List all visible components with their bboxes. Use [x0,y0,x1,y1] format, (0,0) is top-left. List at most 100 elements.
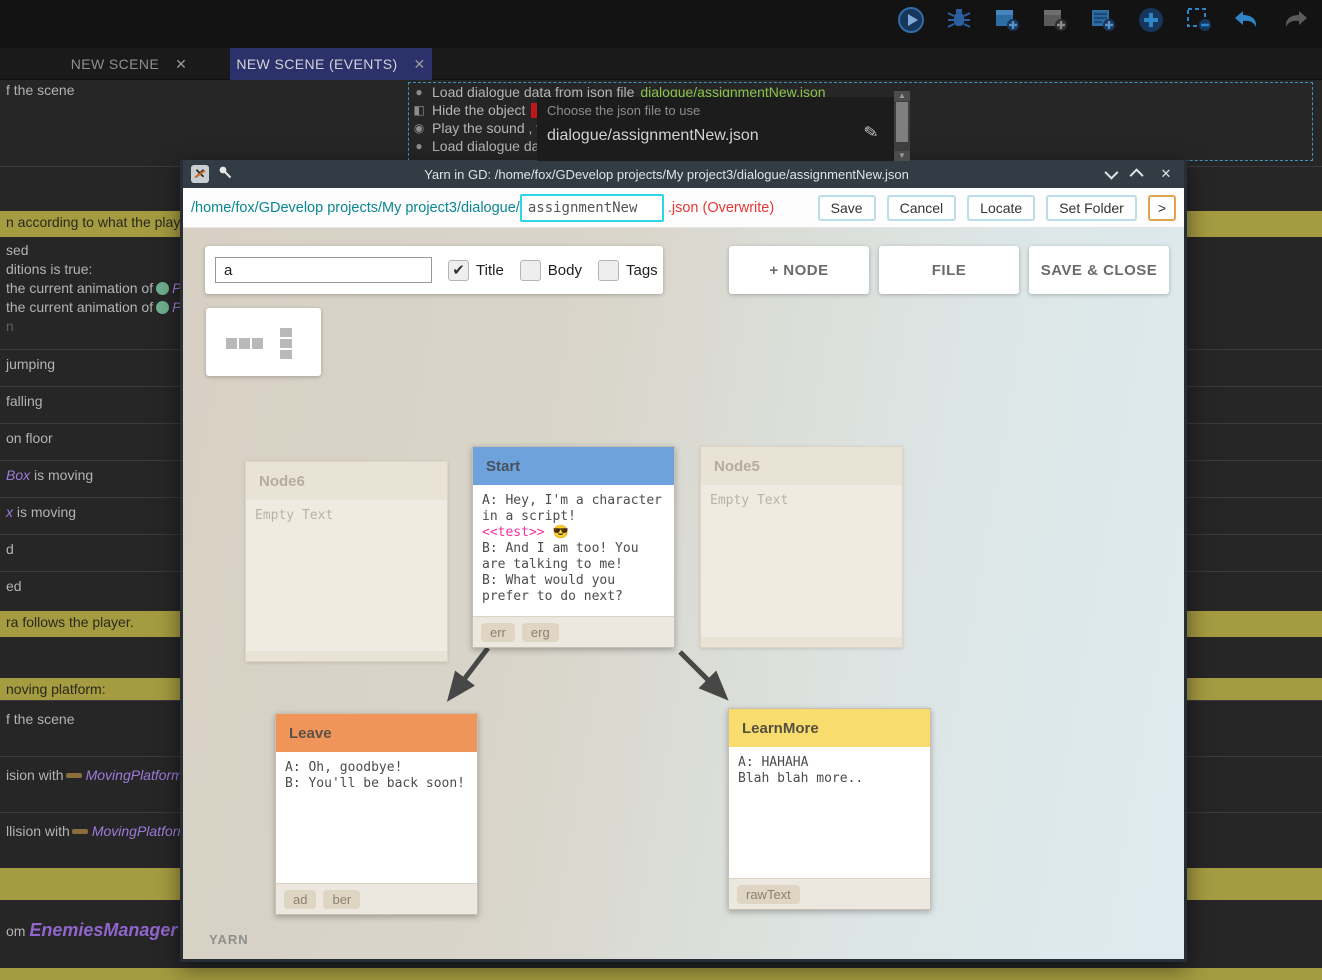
node-tags-footer: errerg [473,616,674,647]
sound-icon: ◉ [412,121,426,135]
app-window: NEW SCENE✕NEW SCENE (EVENTS)✕ f the scen… [0,0,1322,980]
node-title: Node5 [701,447,902,485]
file-header-bar: /home/fox/GDevelop projects/My project3/… [183,188,1184,228]
yarn-node-start[interactable]: StartA: Hey, I'm a characterin a script!… [472,446,675,648]
pin-icon[interactable] [217,164,233,185]
checkbox-body[interactable] [520,260,541,281]
undo-icon[interactable] [1232,5,1262,35]
window-collapse-icon[interactable] [1100,167,1120,182]
scroll-down-icon[interactable]: ▼ [894,151,910,161]
save-button[interactable]: Save [818,195,876,221]
more-button[interactable]: > [1148,195,1176,221]
sprite-object-icon [156,301,169,314]
node-tags-footer: rawText [729,878,930,909]
yarn-ball-icon: ● [412,85,426,99]
checkbox-tags[interactable] [598,260,619,281]
node-tags-footer [701,637,902,647]
node-tags-footer [246,651,447,661]
main-toolbar [0,0,1322,48]
platform-object-icon [72,829,88,834]
object-name: MovingPlatform [92,823,189,839]
horizontal-dots-icon [226,338,263,349]
tag-chip[interactable]: ad [284,890,316,909]
debug-icon[interactable] [944,5,974,35]
filter-label: Tags [626,262,658,279]
tab-new-scene[interactable]: NEW SCENE ✕ [28,48,230,80]
preview-play-icon[interactable] [896,5,926,35]
yarn-canvas[interactable]: ✔ Title Body Tags + NODEFILESAVE & CLOSE No… [183,228,1184,959]
json-file-popup: Choose the json file to use dialogue/ass… [537,97,894,161]
locate-button[interactable]: Locate [967,195,1035,221]
tab-label: NEW SCENE [71,56,159,72]
selected-event-block[interactable]: ●Load dialogue data from json file dialo… [408,82,1313,161]
edit-pencil-icon[interactable]: ✎ [862,122,880,144]
node-body-text: Empty Text [246,500,447,651]
add-scene-icon[interactable] [992,5,1022,35]
tag-chip[interactable]: erg [522,623,559,642]
tab-new-scene-events-[interactable]: NEW SCENE (EVENTS)✕ [230,48,432,80]
scroll-up-icon[interactable]: ▲ [894,91,910,101]
object-name: MovingPlatform [86,767,183,783]
tag-chip[interactable]: rawText [737,885,800,904]
yarn-node-node5[interactable]: Node5Empty Text [700,446,903,648]
dialog-titlebar[interactable]: ✕ Yarn in GD: /home/fox/GDevelop project… [183,160,1184,188]
file-path-prefix: /home/fox/GDevelop projects/My project3/… [191,200,520,216]
file-suffix-overwrite: .json (Overwrite) [668,200,774,216]
redo-icon[interactable] [1280,5,1310,35]
filter-label: Title [476,262,504,279]
cancel-button[interactable]: Cancel [887,195,957,221]
tab-bar: NEW SCENE✕NEW SCENE (EVENTS)✕ [0,48,1322,80]
add-external-layout-icon[interactable] [1040,5,1070,35]
toolbar-icons [896,5,1310,35]
tab-close-icon[interactable]: ✕ [414,56,426,73]
vertical-dots-icon [280,328,292,359]
yarn-dialog: ✕ Yarn in GD: /home/fox/GDevelop project… [180,160,1187,962]
add-external-events-icon[interactable] [1088,5,1118,35]
yarn-ball-icon: ● [412,139,426,153]
event-comment-row[interactable] [0,968,1322,980]
setfolder-button[interactable]: Set Folder [1046,195,1137,221]
filter-body: Body [520,260,582,281]
window-close-icon[interactable]: ✕ [1156,166,1176,182]
yarn-watermark-label: YARN [209,932,249,947]
add-object-icon[interactable] [1136,5,1166,35]
yarn-node-leave[interactable]: LeaveA: Oh, goodbye!B: You'll be back so… [275,713,478,915]
sprite-object-icon [156,282,169,295]
filter-tags: Tags [598,260,658,281]
node-body-text: A: HAHAHABlah blah more.. [729,747,930,878]
external-events-name: EnemiesManager [29,920,177,940]
deselect-icon[interactable] [1184,5,1214,35]
node-search-input[interactable] [215,257,432,283]
header-buttons: Save Cancel Locate Set Folder > [818,195,1176,221]
window-expand-icon[interactable] [1128,167,1148,182]
node-body-text: Empty Text [701,485,902,637]
filter-title: ✔ Title [448,260,504,281]
hide-icon: ◧ [412,103,426,117]
node-body-text: A: Oh, goodbye!B: You'll be back soon! [276,752,477,883]
node-button[interactable]: + NODE [729,246,869,294]
checkbox-title[interactable]: ✔ [448,260,469,281]
file-button[interactable]: FILE [879,246,1019,294]
yarn-node-learnmore[interactable]: LearnMoreA: HAHAHABlah blah more..rawTex… [728,708,931,910]
object-name: Box [6,467,30,483]
search-card: ✔ Title Body Tags [205,246,663,294]
node-tags-footer: adber [276,883,477,914]
scrollbar-thumb[interactable] [896,102,908,142]
dialog-title: Yarn in GD: /home/fox/GDevelop projects/… [241,167,1092,182]
filter-label: Body [548,262,582,279]
tag-chip[interactable]: err [481,623,515,642]
events-scrollbar[interactable]: ▲ ▼ [894,91,910,161]
node-body-text: A: Hey, I'm a characterin a script!<<tes… [473,485,674,616]
yarn-node-node6[interactable]: Node6Empty Text [245,461,448,662]
popup-value-field[interactable]: dialogue/assignmentNew.json [547,127,759,145]
filename-input[interactable] [520,194,664,222]
zoom-minimap-widget[interactable] [206,308,321,376]
tab-close-icon[interactable]: ✕ [175,56,187,73]
save-close-button[interactable]: SAVE & CLOSE [1029,246,1169,294]
tag-chip[interactable]: ber [323,890,360,909]
node-title: Start [473,447,674,485]
node-title: Node6 [246,462,447,500]
yarn-app-icon: ✕ [191,165,209,183]
popup-hint: Choose the json file to use [547,103,700,118]
node-title: Leave [276,714,477,752]
